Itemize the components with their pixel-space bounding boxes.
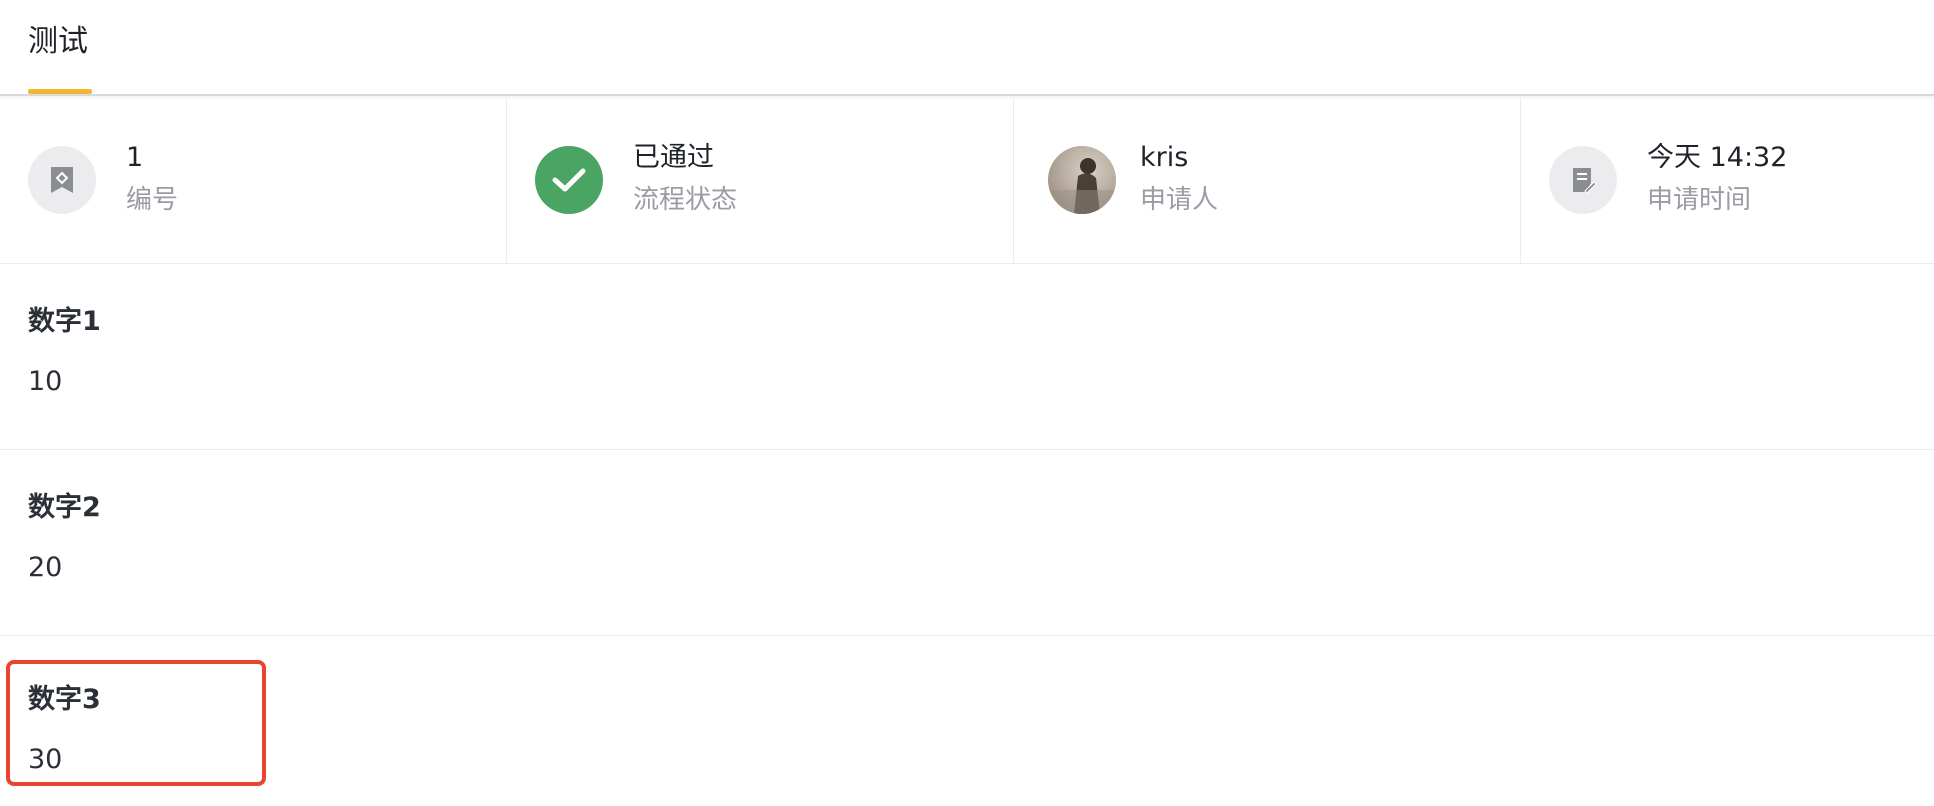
highlight-box <box>6 660 266 786</box>
status-label: 流程状态 <box>633 185 738 215</box>
field-label: 数字2 <box>28 492 101 523</box>
check-circle-icon <box>535 146 603 214</box>
card-status: 已通过 流程状态 <box>507 98 1014 264</box>
summary-cards: 1 编号 已通过 流程状态 kris 申请人 今天 14:32 申请时间 <box>0 98 1934 264</box>
time-label: 申请时间 <box>1647 185 1752 215</box>
field-value: 20 <box>28 552 63 583</box>
field-number-2: 数字2 20 <box>0 450 1934 636</box>
field-value: 10 <box>28 366 63 397</box>
field-number-3: 数字3 30 <box>0 636 1934 806</box>
field-label: 数字1 <box>28 306 101 337</box>
tab-test[interactable]: 测试 <box>28 22 88 62</box>
card-number: 1 编号 <box>0 98 507 264</box>
number-label: 编号 <box>126 185 179 215</box>
number-value: 1 <box>126 142 144 173</box>
card-applicant: kris 申请人 <box>1014 98 1521 264</box>
time-value: 今天 14:32 <box>1647 142 1788 173</box>
card-time: 今天 14:32 申请时间 <box>1521 98 1934 264</box>
applicant-value: kris <box>1140 142 1189 173</box>
field-number-1: 数字1 10 <box>0 264 1934 450</box>
document-edit-icon <box>1549 146 1617 214</box>
avatar[interactable] <box>1048 146 1116 214</box>
bookmark-icon <box>28 146 96 214</box>
tab-active-indicator <box>28 89 92 94</box>
applicant-label: 申请人 <box>1140 185 1219 215</box>
status-value: 已通过 <box>633 142 714 173</box>
tab-bar: 测试 <box>0 0 1934 96</box>
